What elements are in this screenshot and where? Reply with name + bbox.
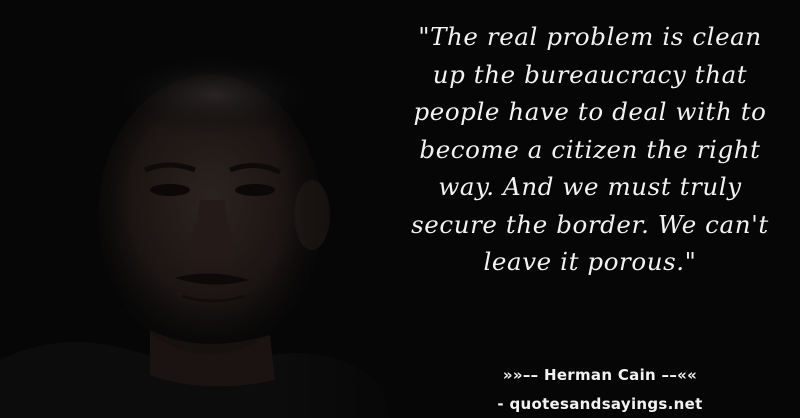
quote-text: "The real problem is clean up the bureau… [411,22,769,276]
author-attribution: »»–– Herman Cain ––«« [502,366,698,384]
website-credit: - quotesandsayings.net [497,395,703,413]
author-portrait [0,0,420,418]
quote-card: "The real problem is clean up the bureau… [0,0,800,418]
